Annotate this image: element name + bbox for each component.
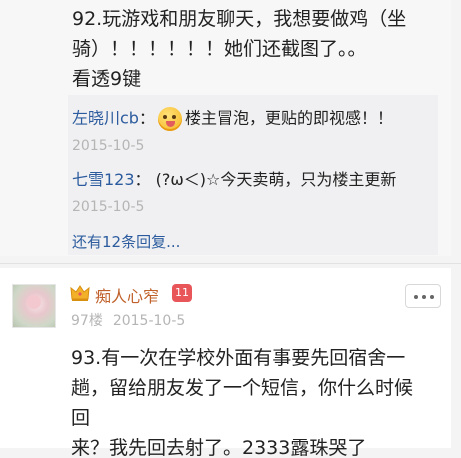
more-dot-icon <box>430 295 434 299</box>
divider <box>0 263 461 264</box>
more-dot-icon <box>422 295 426 299</box>
more-options-button[interactable] <box>405 284 441 308</box>
author-name[interactable]: 痴人心窄 <box>95 283 159 307</box>
post-meta: 97楼 2015-10-5 <box>71 310 185 330</box>
reply-colon: ： <box>134 170 151 189</box>
grinning-face-emoji-icon <box>157 107 182 131</box>
post-92-line-3: 看透9键 <box>72 68 142 90</box>
reply-date: 2015-10-5 <box>72 138 145 154</box>
reply-username[interactable]: 七雪123 <box>72 170 135 189</box>
avatar[interactable] <box>12 284 56 328</box>
post-93-line-3: 来？我先回去射了。2333露珠哭了 <box>71 437 367 458</box>
post-93-line-2: 趟，留给朋友发了一个短信，你什么时候回 <box>71 377 414 429</box>
post-date: 2015-10-5 <box>112 313 186 329</box>
reply-date: 2015-10-5 <box>72 199 145 215</box>
post-93-card: 痴人心窄 11 97楼 2015-10-5 93.有一次在学校外面有事要先回宿舍一… <box>0 268 451 458</box>
floor-number: 97楼 <box>71 313 103 329</box>
more-replies-link[interactable]: 还有12条回复... <box>72 231 180 252</box>
post-92-line-1: 92.玩游戏和朋友聊天，我想要做鸡（坐 <box>72 8 407 30</box>
reply-username[interactable]: 左晓川cb <box>72 109 139 128</box>
level-badge: 11 <box>172 284 192 302</box>
reply-colon: ： <box>138 108 155 128</box>
reply-item[interactable]: 七雪123： (?ω＜)☆今天卖萌，只为楼主更新 <box>72 169 396 191</box>
post-93-body: 93.有一次在学校外面有事要先回宿舍一 趟，留给朋友发了一个短信，你什么时候回 … <box>71 343 421 458</box>
post-92-line-2: 骑）！！！！！！她们还截图了。。 <box>72 38 367 60</box>
reply-list: 左晓川cb： 楼主冒泡，更贴的即视感！！ 2015-10-5 七雪123： (?ω… <box>68 95 438 255</box>
post-93-line-1: 93.有一次在学校外面有事要先回宿舍一 <box>71 347 406 369</box>
reply-item[interactable]: 左晓川cb： 楼主冒泡，更贴的即视感！！ <box>72 107 393 131</box>
more-dot-icon <box>414 295 418 299</box>
crown-icon <box>70 285 90 301</box>
post-92-card: 92.玩游戏和朋友聊天，我想要做鸡（坐 骑）！！！！！！她们还截图了。。 看透9… <box>0 0 451 256</box>
reply-text: 楼主冒泡，更贴的即视感！！ <box>184 108 393 128</box>
reply-text: (?ω＜)☆今天卖萌，只为楼主更新 <box>150 170 397 189</box>
